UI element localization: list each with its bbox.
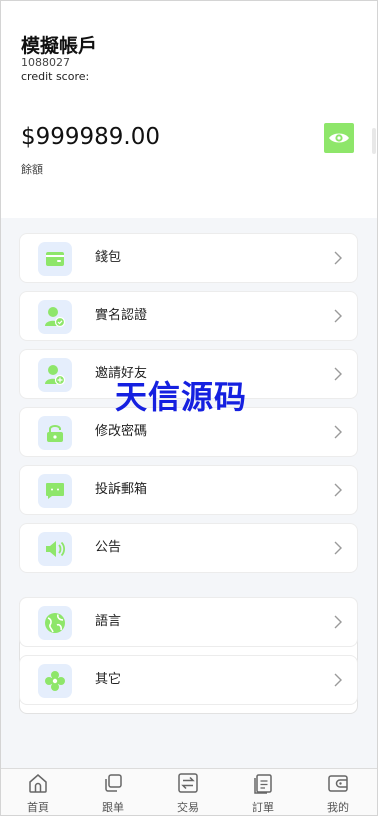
menu-item-label: 投訴郵箱	[95, 482, 148, 497]
chevron-right-icon	[334, 425, 342, 439]
balance-amount: $999989.00	[21, 124, 161, 150]
eye-icon	[329, 133, 349, 143]
nav-orders[interactable]: 訂單	[233, 769, 293, 816]
nav-mine[interactable]: 我的	[308, 769, 368, 816]
speaker-icon	[38, 532, 72, 566]
nav-label: 我的	[327, 801, 349, 814]
nav-label: 首頁	[27, 801, 49, 814]
orders-icon	[254, 774, 272, 794]
menu-item-language[interactable]: 語言	[19, 597, 358, 647]
globe-icon	[38, 606, 72, 640]
nav-label: 訂單	[252, 801, 274, 814]
user-verify-icon	[38, 300, 72, 334]
menu-item-label: 語言	[95, 614, 122, 629]
balance-label: 餘額	[21, 163, 43, 176]
flower-icon	[38, 664, 72, 698]
chevron-right-icon	[334, 673, 342, 687]
menu-item-verification[interactable]: 實名認證	[19, 291, 358, 341]
menu-item-wallet[interactable]: 錢包	[19, 233, 358, 283]
wallet-profile-icon	[328, 775, 348, 792]
menu-item-label: 錢包	[95, 250, 122, 265]
bottom-nav: 首頁 跟单 交易 訂單 我的	[0, 768, 378, 816]
copy-icon	[105, 774, 122, 792]
message-icon	[38, 474, 72, 508]
home-icon	[29, 774, 47, 793]
chevron-right-icon	[334, 251, 342, 265]
chevron-right-icon	[334, 483, 342, 497]
nav-label: 跟单	[102, 801, 124, 814]
nav-copy-trade[interactable]: 跟单	[83, 769, 143, 816]
menu-item-invite[interactable]: 邀請好友	[19, 349, 358, 399]
nav-home[interactable]: 首頁	[8, 769, 68, 816]
chevron-right-icon	[334, 615, 342, 629]
menu-item-complaint-email[interactable]: 投訴郵箱	[19, 465, 358, 515]
menu-item-other[interactable]: 其它	[19, 655, 358, 705]
menu-item-label: 其它	[95, 672, 122, 687]
lock-icon	[38, 416, 72, 450]
menu-item-label: 實名認證	[95, 308, 148, 323]
chevron-right-icon	[334, 309, 342, 323]
toggle-balance-visibility-button[interactable]	[324, 123, 354, 153]
menu-item-label: 修改密碼	[95, 424, 148, 439]
chevron-right-icon	[334, 367, 342, 381]
scroll-indicator	[372, 128, 376, 154]
nav-label: 交易	[177, 801, 199, 814]
user-add-icon	[38, 358, 72, 392]
menu-item-label: 公告	[95, 540, 122, 555]
menu-item-label: 邀請好友	[95, 366, 148, 381]
exchange-icon	[178, 773, 198, 793]
nav-trade[interactable]: 交易	[158, 769, 218, 816]
account-header: 模擬帳戶 1088027 credit score: $999989.00 餘額	[0, 0, 378, 218]
wallet-icon	[38, 242, 72, 276]
credit-score-label: credit score:	[21, 70, 90, 83]
account-id: 1088027	[21, 56, 70, 69]
chevron-right-icon	[334, 541, 342, 555]
menu-item-announcement[interactable]: 公告	[19, 523, 358, 573]
account-name: 模擬帳戶	[21, 35, 98, 57]
menu-item-change-password[interactable]: 修改密碼	[19, 407, 358, 457]
